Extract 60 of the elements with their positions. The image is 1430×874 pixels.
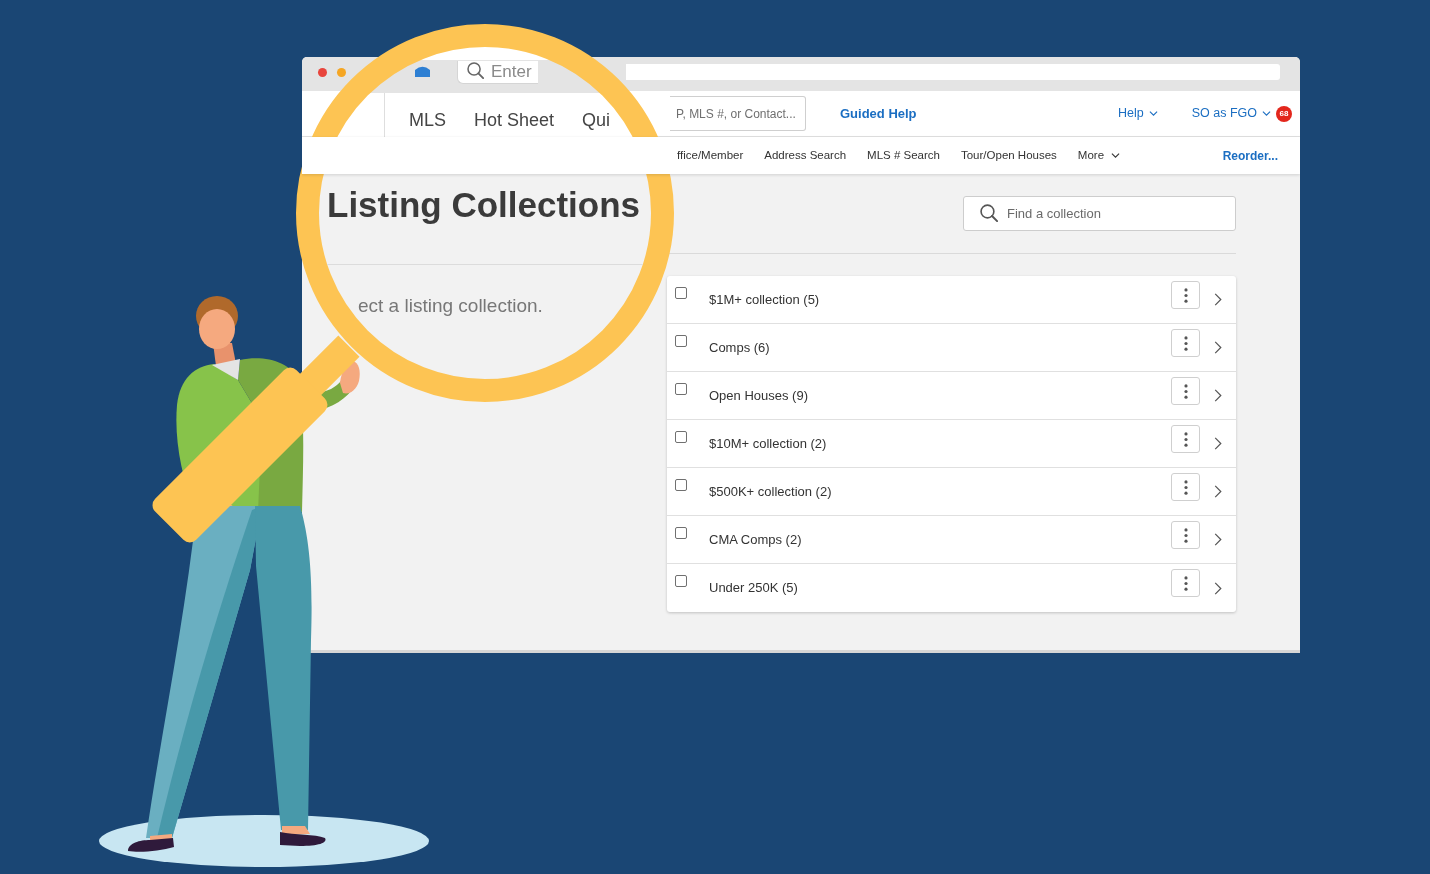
search-icon <box>980 204 998 222</box>
vertical-dots-icon <box>1183 383 1188 399</box>
nav-link[interactable]: More <box>1077 146 1121 165</box>
collection-name[interactable]: $1M+ collection (5) <box>709 289 820 310</box>
chevron-right-icon[interactable] <box>1214 581 1222 595</box>
nav-link[interactable]: MLS # Search <box>867 146 940 165</box>
chevron-right-icon[interactable] <box>1214 389 1222 402</box>
more-options-button[interactable] <box>1171 377 1200 405</box>
dropdown-menu-button[interactable]: SO as FGO <box>1191 104 1271 123</box>
chevron-down-icon <box>1262 111 1271 116</box>
vertical-dots-icon <box>1183 335 1188 351</box>
chevron-right-icon[interactable] <box>1214 437 1222 450</box>
collection-name[interactable]: Under 250K (5) <box>709 578 798 598</box>
vertical-dots-icon <box>1183 527 1188 543</box>
nav-tab[interactable]: Hot Sheet <box>474 110 555 129</box>
chevron-right-icon[interactable] <box>1214 533 1222 546</box>
chevron-down-icon <box>1148 111 1158 116</box>
nav-tab[interactable]: Qui <box>582 110 611 129</box>
collection-name[interactable]: Comps (6) <box>709 337 770 358</box>
checkbox[interactable] <box>675 479 687 491</box>
chevron-down-icon <box>1111 153 1121 158</box>
collection-name[interactable]: Open Houses (9) <box>709 385 808 406</box>
checkbox[interactable] <box>675 575 687 587</box>
collection-name[interactable]: CMA Comps (2) <box>709 529 802 550</box>
more-options-button[interactable] <box>1171 473 1200 501</box>
collection-name[interactable]: $500K+ collection (2) <box>709 481 832 502</box>
search-field[interactable]: Find a collection <box>963 196 1236 231</box>
vertical-dots-icon <box>1183 479 1188 495</box>
nav-link[interactable]: Tour/Open Houses <box>960 146 1057 165</box>
more-options-button[interactable] <box>1171 425 1200 453</box>
collection-name[interactable]: $10M+ collection (2) <box>709 433 827 454</box>
chevron-right-icon[interactable] <box>1214 341 1222 354</box>
page-title: Listing Collections <box>327 185 641 225</box>
more-options-button[interactable] <box>1171 329 1200 357</box>
checkbox[interactable] <box>675 527 687 539</box>
chevron-right-icon[interactable] <box>1214 485 1222 498</box>
chevron-right-icon[interactable] <box>1214 293 1222 306</box>
search-field[interactable]: Enter <box>457 61 538 84</box>
checkbox[interactable] <box>675 383 687 395</box>
window-control-icon[interactable] <box>318 68 327 77</box>
notification-badge[interactable]: 68 <box>1276 105 1292 122</box>
more-options-button[interactable] <box>1171 521 1200 549</box>
nav-link[interactable]: Address Search <box>764 146 847 165</box>
nav-link[interactable]: ffice/Member <box>677 146 744 165</box>
checkbox[interactable] <box>675 335 687 347</box>
logo-icon <box>415 66 430 77</box>
more-options-button[interactable] <box>1171 281 1200 309</box>
dropdown-menu-button[interactable]: Help <box>1118 104 1158 123</box>
page-subtitle: ect a listing collection. <box>358 296 543 316</box>
checkbox[interactable] <box>675 287 687 299</box>
vertical-dots-icon <box>1183 431 1188 447</box>
checkbox[interactable] <box>675 431 687 443</box>
more-options-button[interactable] <box>1171 569 1200 597</box>
vertical-dots-icon <box>1183 575 1188 591</box>
reorder-link[interactable]: Reorder... <box>1222 146 1278 165</box>
guided-help-link[interactable]: Guided Help <box>840 103 917 124</box>
vertical-dots-icon <box>1183 287 1188 303</box>
search-icon <box>467 62 484 79</box>
search-field[interactable]: P, MLS #, or Contact... <box>670 96 806 131</box>
nav-tab[interactable]: MLS <box>409 110 446 129</box>
